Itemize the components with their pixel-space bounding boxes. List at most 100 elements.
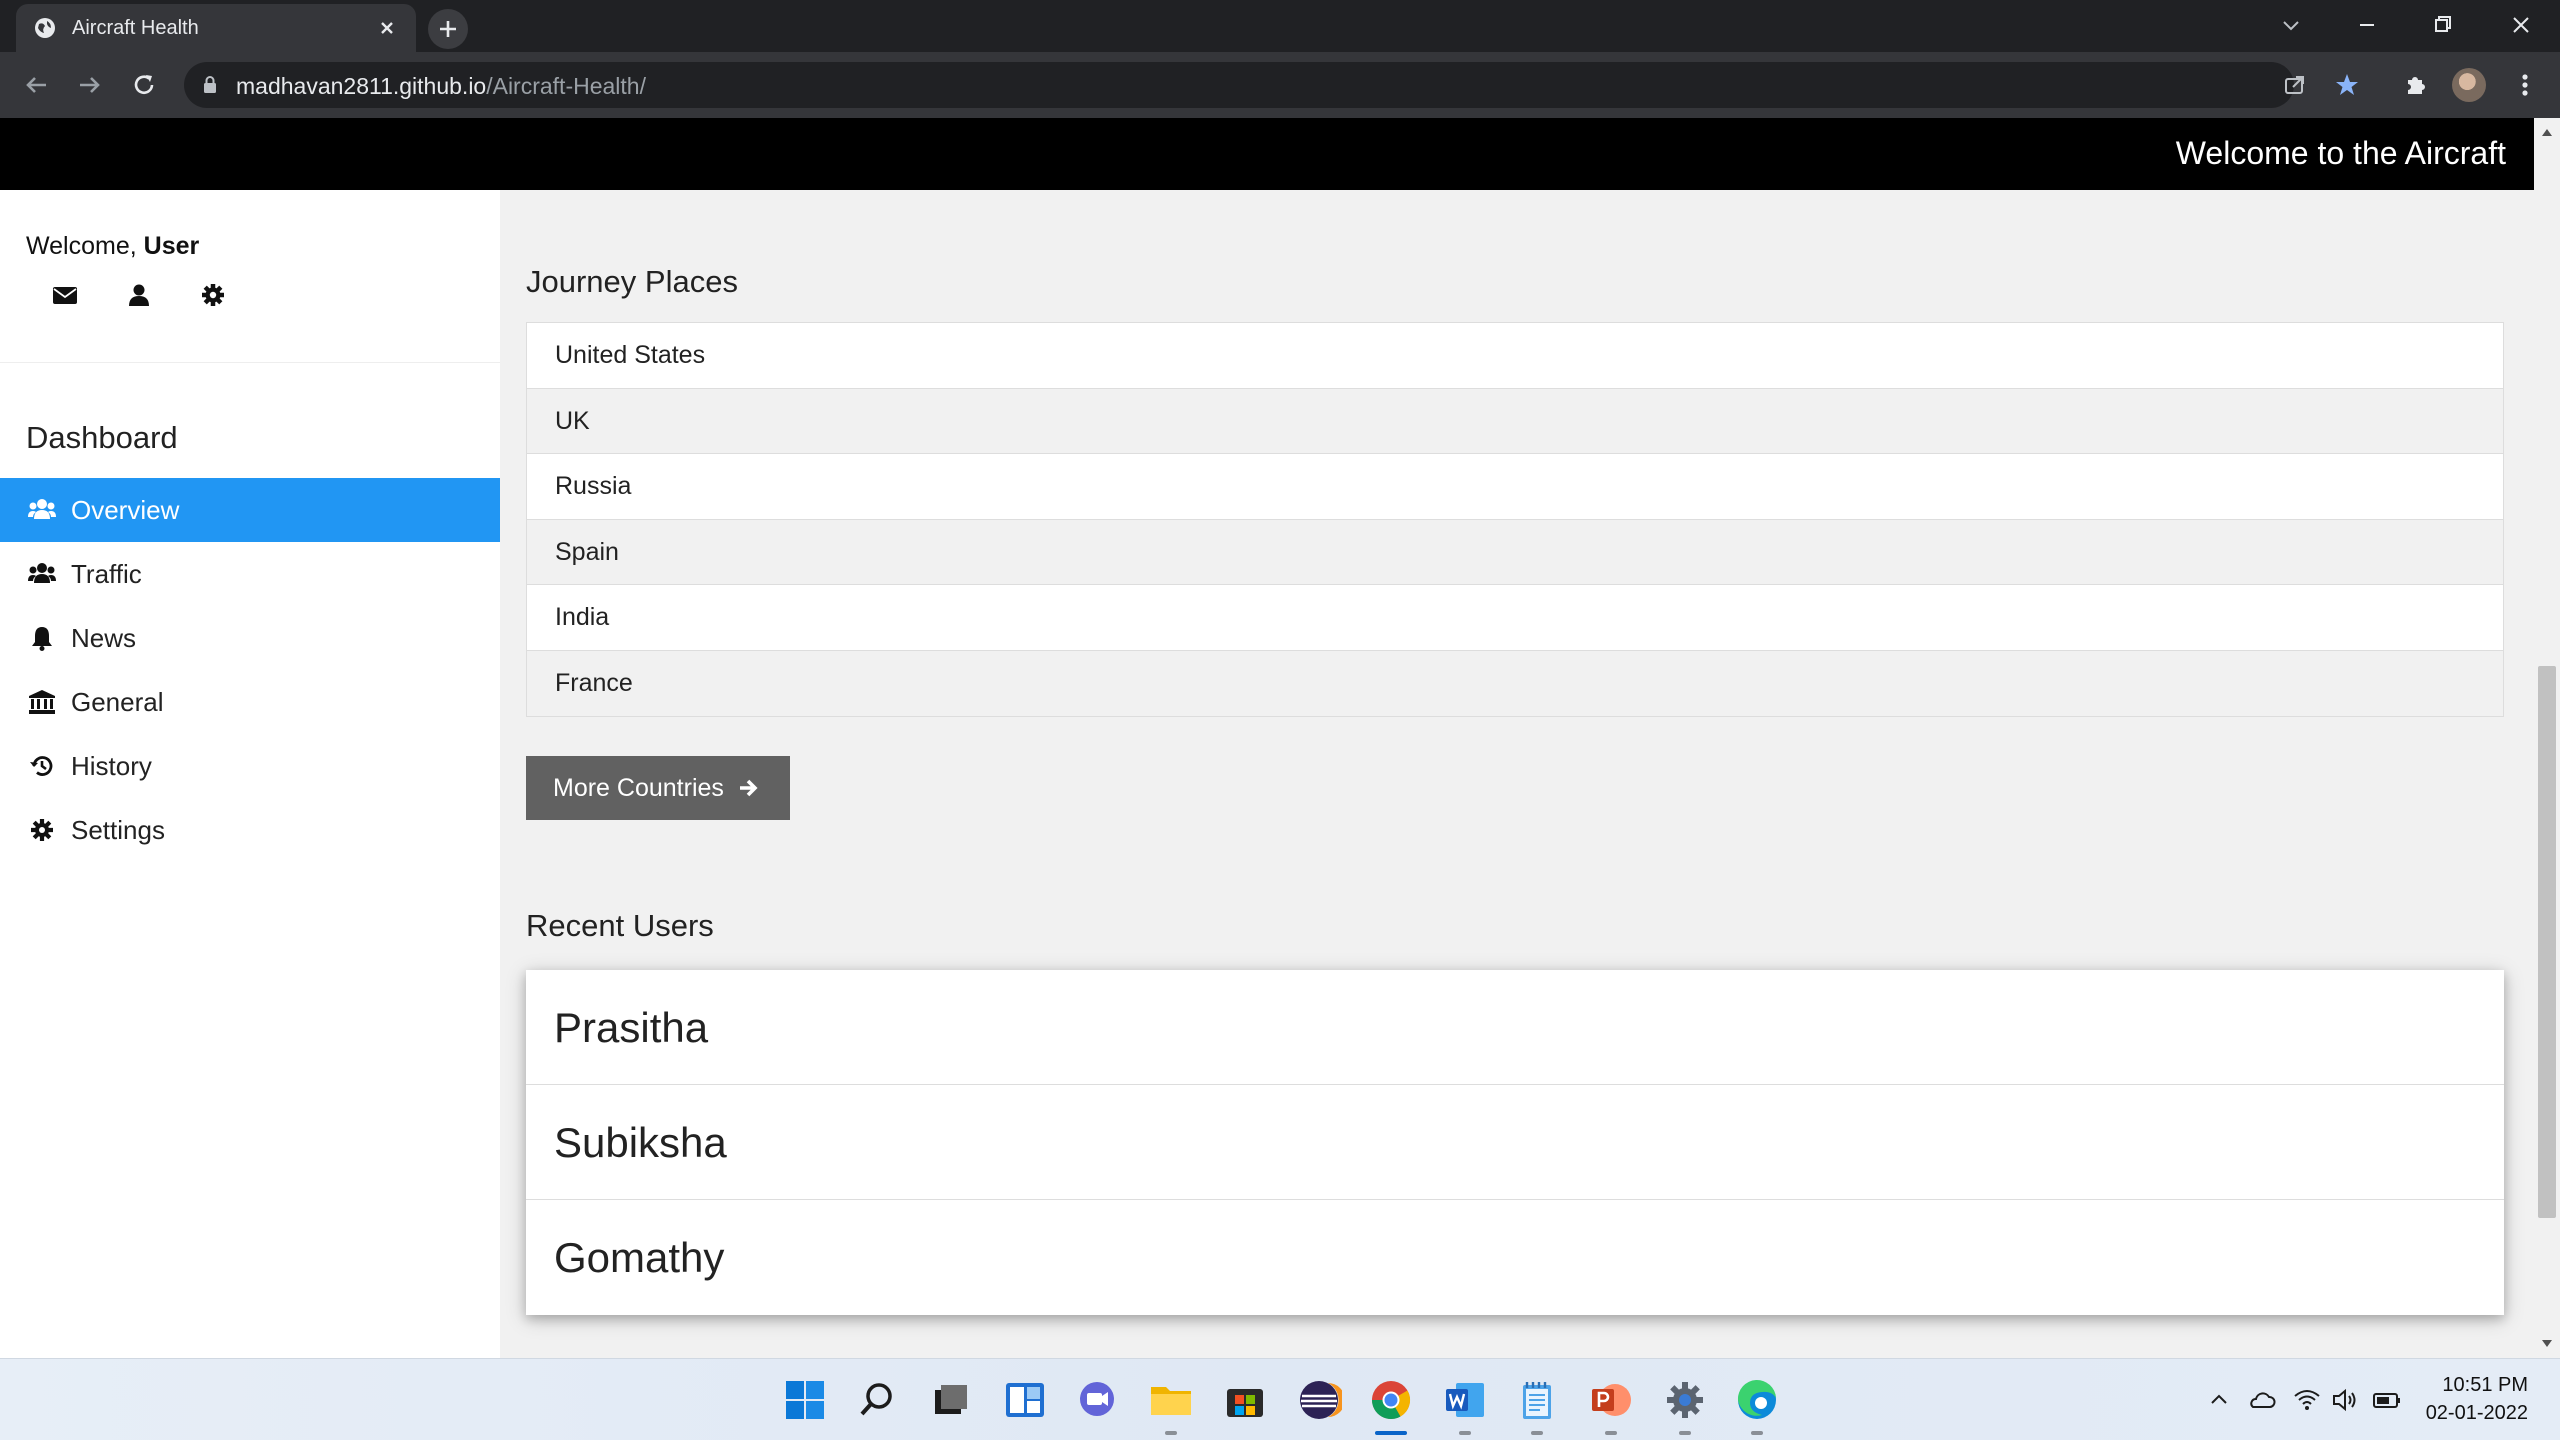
list-item: Gomathy [554,1234,725,1281]
user-name: User [143,232,200,260]
chevron-down-icon[interactable] [2276,10,2306,40]
running-indicator [1531,1431,1543,1435]
gear-icon[interactable] [200,282,226,308]
sidebar-item-history[interactable]: History [0,734,500,798]
powerpoint-icon[interactable] [1588,1377,1634,1423]
scroll-down-arrow-icon[interactable] [2542,1340,2552,1348]
bank-icon [29,690,55,714]
envelope-icon[interactable] [52,282,78,308]
recent-users-list: Prasitha Subiksha Gomathy [526,970,2504,1315]
address-bar[interactable]: madhavan2811.github.io/Aircraft-Health/ [184,62,2358,108]
plus-icon [440,21,456,37]
url-text: madhavan2811.github.io/Aircraft-Health/ [236,73,646,99]
top-bar-title: Welcome to the Aircraft [2175,135,2506,171]
web-page: Welcome to the Aircraft Welcome, User Da… [0,118,2560,1358]
page-scrollbar[interactable] [2534,118,2560,1358]
scrollbar-thumb[interactable] [2538,666,2556,1218]
journey-places-list: United States UK Russia Spain India Fran… [526,322,2504,717]
file-explorer-icon[interactable] [1148,1377,1194,1423]
share-icon[interactable] [2280,70,2310,100]
list-item: India [527,585,2503,651]
clock-date: 02-01-2022 [2425,1402,2528,1424]
sidebar: Welcome, User Dashboard Overview Traffic… [0,190,500,1358]
sidebar-item-traffic[interactable]: Traffic [0,542,500,606]
widgets-icon[interactable] [1002,1377,1048,1423]
sidebar-item-label: General [71,687,164,717]
close-icon[interactable] [374,15,400,41]
more-countries-label: More Countries [553,774,724,802]
clock-time: 10:51 PM [2442,1374,2528,1396]
browser-tab[interactable]: Aircraft Health [16,4,416,52]
welcome-text: Welcome, User [26,232,200,260]
running-indicator [1165,1431,1177,1435]
browser-toolbar: madhavan2811.github.io/Aircraft-Health/ [0,52,2560,118]
taskbar: 10:51 PM 02-01-2022 [0,1358,2560,1440]
recent-users-title: Recent Users [526,908,714,943]
browser-tab-strip: Aircraft Health [0,0,2560,52]
eclipse-icon[interactable] [1296,1377,1342,1423]
list-item: United States [527,323,2503,389]
chrome-icon[interactable] [1368,1377,1414,1423]
settings-gear-icon[interactable] [1662,1377,1708,1423]
list-item: Spain [527,519,2503,585]
tab-title: Aircraft Health [72,17,199,39]
volume-icon[interactable] [2330,1385,2360,1415]
running-indicator [1459,1431,1471,1435]
user-icon[interactable] [126,282,152,308]
microsoft-store-icon[interactable] [1222,1377,1268,1423]
more-vertical-icon[interactable] [2510,70,2540,100]
list-item: France [527,650,2503,716]
minimize-icon[interactable] [2352,10,2382,40]
sidebar-item-overview[interactable]: Overview [0,478,500,542]
bell-icon [32,627,52,651]
taskbar-clock[interactable]: 10:51 PM 02-01-2022 [2426,1371,2528,1427]
scroll-up-arrow-icon[interactable] [2542,128,2552,136]
battery-icon[interactable] [2372,1385,2402,1415]
new-tab-button[interactable] [428,9,468,49]
back-arrow-icon[interactable] [20,69,52,101]
sidebar-item-label: Settings [71,815,165,845]
running-indicator [1751,1431,1763,1435]
sidebar-item-label: Overview [71,495,180,525]
globe-icon [35,18,55,38]
users-icon [28,563,56,583]
list-item: UK [527,388,2503,454]
lock-icon[interactable] [202,75,218,95]
windows-start-icon[interactable] [782,1377,828,1423]
list-item: Subiksha [526,1085,2504,1200]
reload-icon[interactable] [128,69,160,101]
sidebar-nav: Overview Traffic News General History Se… [0,478,500,862]
running-indicator [1679,1431,1691,1435]
search-icon[interactable] [854,1377,900,1423]
sidebar-item-label: Traffic [71,559,142,589]
gear-icon [31,819,53,841]
task-view-icon[interactable] [928,1377,974,1423]
wifi-icon[interactable] [2292,1385,2322,1415]
top-bar: Welcome to the Aircraft [0,118,2534,190]
running-indicator [1605,1431,1617,1435]
sidebar-item-label: News [71,623,137,653]
journey-places-title: Journey Places [526,264,738,299]
sidebar-item-general[interactable]: General [0,670,500,734]
close-window-icon[interactable] [2506,10,2536,40]
onedrive-cloud-icon[interactable] [2246,1385,2276,1415]
extensions-puzzle-icon[interactable] [2400,70,2430,100]
sidebar-item-settings[interactable]: Settings [0,798,500,862]
edge-icon[interactable] [1734,1377,1780,1423]
dashboard-title: Dashboard [26,420,178,455]
profile-avatar[interactable] [2452,68,2486,102]
word-icon[interactable] [1442,1377,1488,1423]
sidebar-item-label: History [71,751,152,781]
restore-icon[interactable] [2428,10,2458,40]
notepad-icon[interactable] [1514,1377,1560,1423]
list-item: Russia [527,454,2503,520]
sidebar-item-news[interactable]: News [0,606,500,670]
chevron-up-icon[interactable] [2204,1385,2234,1415]
bookmark-star-icon[interactable] [2332,70,2362,100]
more-countries-button[interactable]: More Countries [526,756,790,820]
chat-icon[interactable] [1074,1377,1120,1423]
history-icon [30,756,53,776]
sidebar-divider [0,362,500,363]
arrow-right-icon [740,779,758,797]
forward-arrow-icon[interactable] [74,69,106,101]
